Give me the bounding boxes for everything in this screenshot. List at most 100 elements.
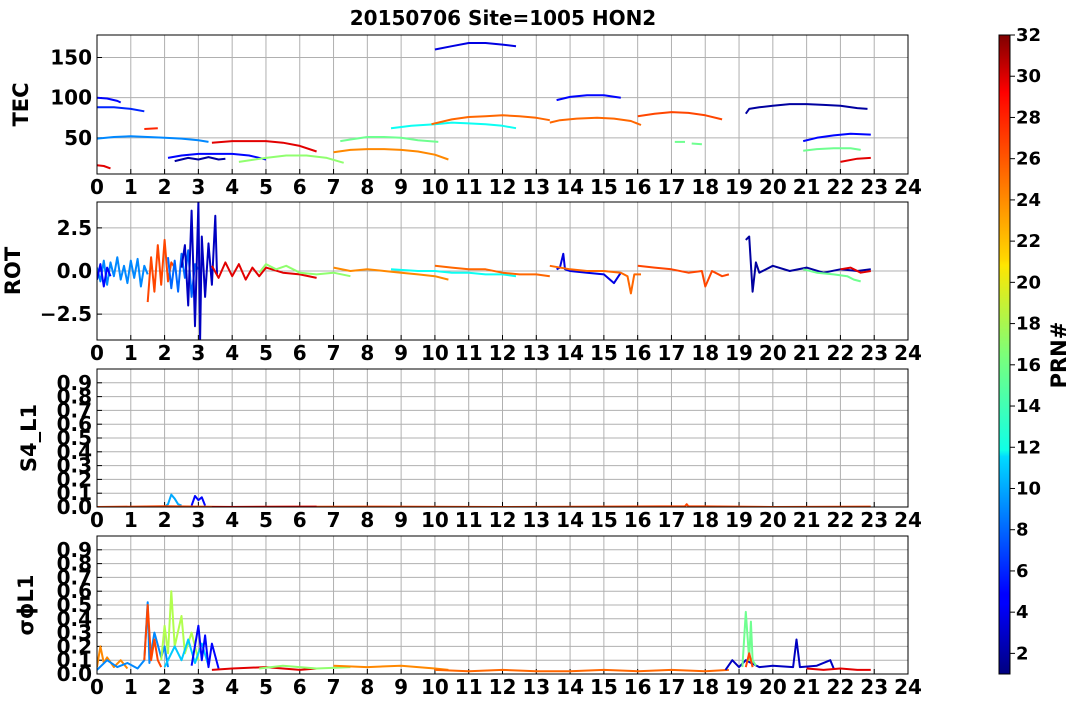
x-tick-label: 3 (191, 341, 205, 365)
x-tick-label: 3 (191, 175, 205, 199)
x-tick-label: 6 (293, 175, 307, 199)
x-tick-label: 21 (793, 341, 821, 365)
x-tick-label: 10 (421, 675, 449, 699)
colorbar-tick-label: 10 (1016, 478, 1041, 499)
x-tick-label: 21 (793, 175, 821, 199)
x-tick-label: 20 (759, 675, 787, 699)
x-tick-label: 1 (124, 175, 138, 199)
x-tick-label: 7 (327, 175, 341, 199)
x-tick-label: 13 (522, 508, 550, 532)
x-tick-label: 12 (489, 675, 517, 699)
x-tick-label: 20 (759, 341, 787, 365)
x-tick-label: 4 (225, 175, 239, 199)
series-line-prn-16 (691, 142, 702, 146)
y-tick-label: −2.5 (40, 302, 92, 326)
x-tick-label: 6 (293, 341, 307, 365)
x-tick-label: 11 (455, 675, 483, 699)
y-axis-label: TEC (9, 82, 33, 126)
x-tick-label: 14 (556, 175, 584, 199)
x-tick-label: 5 (259, 341, 273, 365)
colorbar-label: PRN# (1047, 322, 1071, 389)
colorbar-tick-label: 4 (1016, 602, 1029, 623)
colorbar-tick-label: 12 (1016, 437, 1041, 458)
x-tick-label: 23 (860, 341, 888, 365)
x-tick-label: 12 (489, 508, 517, 532)
x-tick-label: 8 (360, 508, 374, 532)
x-tick-label: 17 (658, 341, 686, 365)
colorbar-tick-label: 8 (1016, 520, 1029, 541)
x-tick-label: 14 (556, 508, 584, 532)
x-tick-label: 19 (725, 341, 753, 365)
x-tick-label: 15 (590, 175, 618, 199)
x-tick-label: 1 (124, 675, 138, 699)
x-tick-label: 21 (793, 508, 821, 532)
x-tick-label: 5 (259, 675, 273, 699)
x-tick-label: 16 (624, 675, 652, 699)
x-tick-label: 15 (590, 341, 618, 365)
x-tick-label: 13 (522, 341, 550, 365)
x-tick-label: 15 (590, 508, 618, 532)
colorbar-tick-label: 20 (1016, 272, 1041, 293)
x-tick-label: 18 (691, 175, 719, 199)
x-tick-label: 0 (90, 341, 104, 365)
x-tick-label: 6 (293, 508, 307, 532)
x-tick-label: 12 (489, 341, 517, 365)
x-tick-label: 22 (826, 675, 854, 699)
x-tick-label: 2 (158, 508, 172, 532)
x-tick-label: 1 (124, 341, 138, 365)
colorbar-tick-label: 2 (1016, 643, 1029, 664)
x-tick-label: 9 (394, 675, 408, 699)
x-tick-label: 4 (225, 675, 239, 699)
x-tick-label: 24 (894, 675, 922, 699)
x-tick-label: 21 (793, 675, 821, 699)
x-tick-label: 15 (590, 675, 618, 699)
x-tick-label: 17 (658, 675, 686, 699)
x-tick-label: 17 (658, 508, 686, 532)
x-tick-label: 4 (225, 508, 239, 532)
series-line-prn-25 (434, 668, 729, 673)
x-tick-label: 20 (759, 175, 787, 199)
x-tick-label: 12 (489, 175, 517, 199)
x-tick-label: 0 (90, 675, 104, 699)
x-tick-label: 1 (124, 508, 138, 532)
panel-1: 0 1 2 3 4 5 6 7 8 9 10 11 12 13 14 15 16 17 18 19 20 21 22 23 24… (9, 34, 922, 199)
x-tick-label: 2 (158, 341, 172, 365)
y-tick-label: 2.5 (57, 216, 92, 240)
colorbar-tick-label: 6 (1016, 561, 1029, 582)
x-tick-label: 16 (624, 508, 652, 532)
x-tick-label: 11 (455, 175, 483, 199)
x-tick-label: 8 (360, 341, 374, 365)
x-tick-label: 16 (624, 341, 652, 365)
x-tick-label: 14 (556, 675, 584, 699)
x-tick-label: 9 (394, 341, 408, 365)
series-line-prn-27 (144, 127, 158, 130)
colorbar: 2468101214161820222426283032 PRN# (998, 25, 1071, 675)
x-tick-label: 0 (90, 175, 104, 199)
colorbar-gradient (998, 34, 1011, 675)
x-tick-label: 4 (225, 341, 239, 365)
x-tick-label: 16 (624, 175, 652, 199)
x-tick-label: 3 (191, 508, 205, 532)
x-tick-label: 24 (894, 508, 922, 532)
x-tick-label: 11 (455, 508, 483, 532)
x-tick-label: 18 (691, 508, 719, 532)
y-tick-label: 0.0 (57, 259, 92, 283)
colorbar-ticks: 2468101214161820222426283032 (1010, 25, 1041, 664)
colorbar-tick-label: 30 (1016, 66, 1041, 87)
x-tick-label: 20 (759, 508, 787, 532)
panel-2: 0 1 2 3 4 5 6 7 8 9 10 11 12 13 14 15 16 17 18 19 20 21 22 23 24… (1, 201, 922, 365)
chart-title: 20150706 Site=1005 HON2 (350, 6, 656, 30)
colorbar-tick-label: 22 (1016, 231, 1041, 252)
colorbar-tick-label: 16 (1016, 355, 1041, 376)
x-tick-label: 0 (90, 508, 104, 532)
x-tick-label: 7 (327, 508, 341, 532)
x-tick-label: 10 (421, 175, 449, 199)
x-tick-label: 13 (522, 175, 550, 199)
x-tick-label: 13 (522, 675, 550, 699)
x-tick-label: 10 (421, 508, 449, 532)
y-tick-label: 50 (64, 126, 92, 150)
x-tick-label: 11 (455, 341, 483, 365)
x-tick-label: 18 (691, 341, 719, 365)
x-tick-label: 17 (658, 175, 686, 199)
y-tick-label: 0.9 (57, 371, 92, 395)
